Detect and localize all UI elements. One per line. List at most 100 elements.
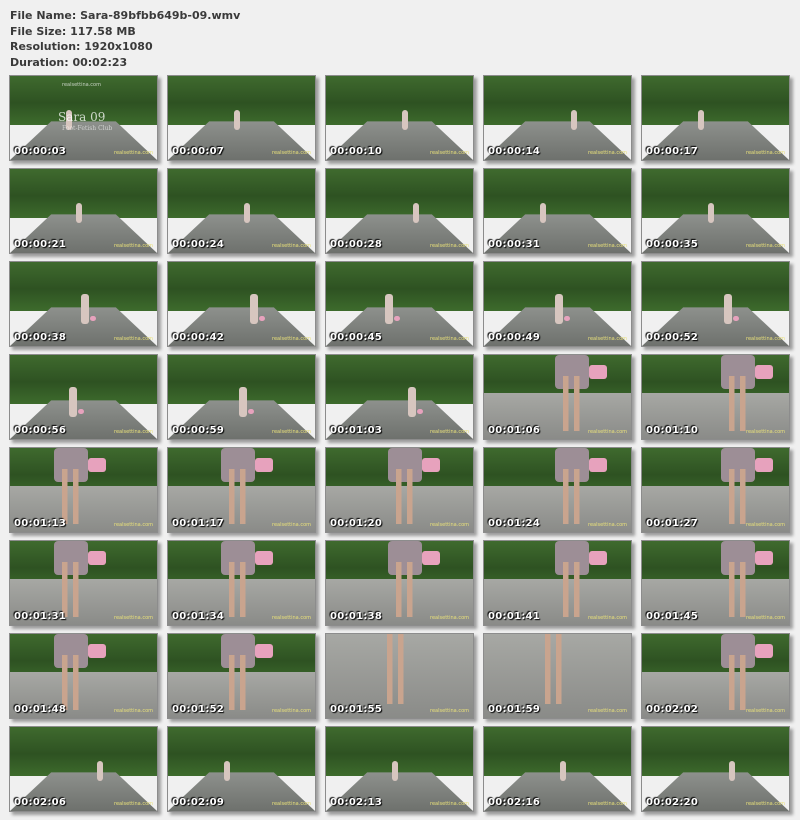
thumbnail-bag xyxy=(588,551,607,565)
video-thumbnail[interactable]: realsettina.com 00:02:20 xyxy=(641,726,790,812)
video-thumbnail[interactable]: realsettina.com 00:02:02 xyxy=(641,633,790,719)
resolution-label: Resolution: 1920x1080 xyxy=(10,40,153,53)
thumbnail-timestamp: 00:00:14 xyxy=(488,146,541,157)
thumbnail-bag xyxy=(563,315,570,321)
video-thumbnail[interactable]: realsettina.com 00:00:17 xyxy=(641,75,790,161)
video-thumbnail[interactable]: realsettina.com 00:02:16 xyxy=(483,726,632,812)
video-thumbnail[interactable]: Sara 09 Foot-Fetish Club realsettina.com re… xyxy=(9,75,158,161)
thumbnail-watermark: realsettina.com xyxy=(114,801,153,807)
thumbnail-timestamp: 00:00:52 xyxy=(646,332,699,343)
thumbnail-scene-trees xyxy=(168,169,315,218)
thumbnail-watermark: realsettina.com xyxy=(114,429,153,435)
thumbnail-watermark: realsettina.com xyxy=(588,522,627,528)
thumbnail-watermark: realsettina.com xyxy=(746,243,785,249)
thumbnail-figure xyxy=(560,760,567,781)
thumbnail-watermark: realsettina.com xyxy=(588,243,627,249)
thumbnail-bag xyxy=(588,458,607,472)
video-thumbnail[interactable]: realsettina.com 00:01:24 xyxy=(483,447,632,533)
video-thumbnail[interactable]: realsettina.com 00:01:34 xyxy=(167,540,316,626)
video-thumbnail[interactable]: realsettina.com 00:01:06 xyxy=(483,354,632,440)
thumbnail-bag xyxy=(393,315,400,321)
thumbnail-scene-trees xyxy=(10,727,157,776)
thumbnail-watermark: realsettina.com xyxy=(746,801,785,807)
thumbnail-subtitle-overlay: Foot-Fetish Club xyxy=(62,125,113,132)
thumbnail-scene-trees xyxy=(484,169,631,218)
video-thumbnail[interactable]: realsettina.com 00:02:09 xyxy=(167,726,316,812)
thumbnail-watermark: realsettina.com xyxy=(430,801,469,807)
thumbnail-timestamp: 00:00:38 xyxy=(14,332,67,343)
video-thumbnail[interactable]: realsettina.com 00:00:45 xyxy=(325,261,474,347)
video-thumbnail[interactable]: realsettina.com 00:01:31 xyxy=(9,540,158,626)
thumbnail-figure xyxy=(412,202,419,223)
thumbnail-timestamp: 00:02:02 xyxy=(646,704,699,715)
video-thumbnail[interactable]: realsettina.com 00:00:10 xyxy=(325,75,474,161)
video-thumbnail[interactable]: realsettina.com 00:02:06 xyxy=(9,726,158,812)
video-thumbnail[interactable]: realsettina.com 00:01:41 xyxy=(483,540,632,626)
video-thumbnail[interactable]: realsettina.com 00:01:10 xyxy=(641,354,790,440)
thumbnail-figure xyxy=(250,294,259,325)
video-thumbnail[interactable]: realsettina.com 00:00:52 xyxy=(641,261,790,347)
thumbnail-legs xyxy=(384,634,407,704)
thumbnail-scene-trees xyxy=(642,169,789,218)
file-info-header: File Name: Sara-89bfbb649b-09.wmv File S… xyxy=(10,8,240,70)
thumbnail-watermark: realsettina.com xyxy=(430,243,469,249)
thumbnail-legs xyxy=(60,468,83,524)
thumbnail-watermark: realsettina.com xyxy=(746,708,785,714)
video-thumbnail[interactable]: realsettina.com 00:01:27 xyxy=(641,447,790,533)
thumbnail-scene-trees xyxy=(326,355,473,404)
video-thumbnail[interactable]: realsettina.com 00:00:59 xyxy=(167,354,316,440)
video-thumbnail[interactable]: realsettina.com 00:01:55 xyxy=(325,633,474,719)
thumbnail-timestamp: 00:02:13 xyxy=(330,797,383,808)
thumbnail-watermark: realsettina.com xyxy=(430,336,469,342)
video-thumbnail[interactable]: realsettina.com 00:01:45 xyxy=(641,540,790,626)
thumbnail-bag xyxy=(254,458,273,472)
thumbnail-timestamp: 00:01:31 xyxy=(14,611,67,622)
thumbnail-watermark: realsettina.com xyxy=(430,429,469,435)
video-thumbnail[interactable]: realsettina.com 00:00:56 xyxy=(9,354,158,440)
video-thumbnail[interactable]: realsettina.com 00:01:13 xyxy=(9,447,158,533)
video-thumbnail[interactable]: realsettina.com 00:01:38 xyxy=(325,540,474,626)
video-thumbnail[interactable]: realsettina.com 00:00:07 xyxy=(167,75,316,161)
video-thumbnail[interactable]: realsettina.com 00:00:49 xyxy=(483,261,632,347)
thumbnail-timestamp: 00:01:20 xyxy=(330,518,383,529)
thumbnail-legs xyxy=(226,561,249,617)
video-thumbnail[interactable]: realsettina.com 00:01:03 xyxy=(325,354,474,440)
video-thumbnail[interactable]: realsettina.com 00:00:21 xyxy=(9,168,158,254)
thumbnail-legs xyxy=(542,634,565,704)
thumbnail-timestamp: 00:00:59 xyxy=(172,425,225,436)
video-thumbnail[interactable]: realsettina.com 00:00:14 xyxy=(483,75,632,161)
thumbnail-scene-trees xyxy=(10,355,157,404)
video-thumbnail[interactable]: realsettina.com 00:00:42 xyxy=(167,261,316,347)
thumbnail-timestamp: 00:01:03 xyxy=(330,425,383,436)
thumbnail-watermark: realsettina.com xyxy=(430,708,469,714)
video-thumbnail[interactable]: realsettina.com 00:00:35 xyxy=(641,168,790,254)
thumbnail-figure xyxy=(554,294,563,325)
thumbnail-bag xyxy=(755,458,774,472)
thumbnail-bag xyxy=(417,408,424,414)
thumbnail-watermark: realsettina.com xyxy=(746,615,785,621)
video-thumbnail[interactable]: realsettina.com 00:00:28 xyxy=(325,168,474,254)
thumbnail-timestamp: 00:00:03 xyxy=(14,146,67,157)
thumbnail-watermark: realsettina.com xyxy=(588,801,627,807)
video-thumbnail[interactable]: realsettina.com 00:00:31 xyxy=(483,168,632,254)
thumbnail-timestamp: 00:01:34 xyxy=(172,611,225,622)
video-thumbnail[interactable]: realsettina.com 00:00:38 xyxy=(9,261,158,347)
video-thumbnail[interactable]: realsettina.com 00:01:52 xyxy=(167,633,316,719)
video-thumbnail[interactable]: realsettina.com 00:01:59 xyxy=(483,633,632,719)
thumbnail-watermark: realsettina.com xyxy=(588,150,627,156)
thumbnail-watermark: realsettina.com xyxy=(430,150,469,156)
thumbnail-scene-trees xyxy=(642,76,789,125)
thumbnail-figure xyxy=(76,202,83,223)
thumbnail-watermark: realsettina.com xyxy=(746,336,785,342)
duration-label: Duration: 00:02:23 xyxy=(10,55,128,69)
video-thumbnail[interactable]: realsettina.com 00:01:17 xyxy=(167,447,316,533)
thumbnail-watermark: realsettina.com xyxy=(746,429,785,435)
video-thumbnail[interactable]: realsettina.com 00:01:48 xyxy=(9,633,158,719)
video-thumbnail[interactable]: realsettina.com 00:02:13 xyxy=(325,726,474,812)
thumbnail-scene-trees xyxy=(10,169,157,218)
video-thumbnail[interactable]: realsettina.com 00:01:20 xyxy=(325,447,474,533)
thumbnail-legs xyxy=(727,561,750,617)
thumbnail-legs xyxy=(560,375,583,431)
thumbnail-figure xyxy=(570,109,577,130)
video-thumbnail[interactable]: realsettina.com 00:00:24 xyxy=(167,168,316,254)
